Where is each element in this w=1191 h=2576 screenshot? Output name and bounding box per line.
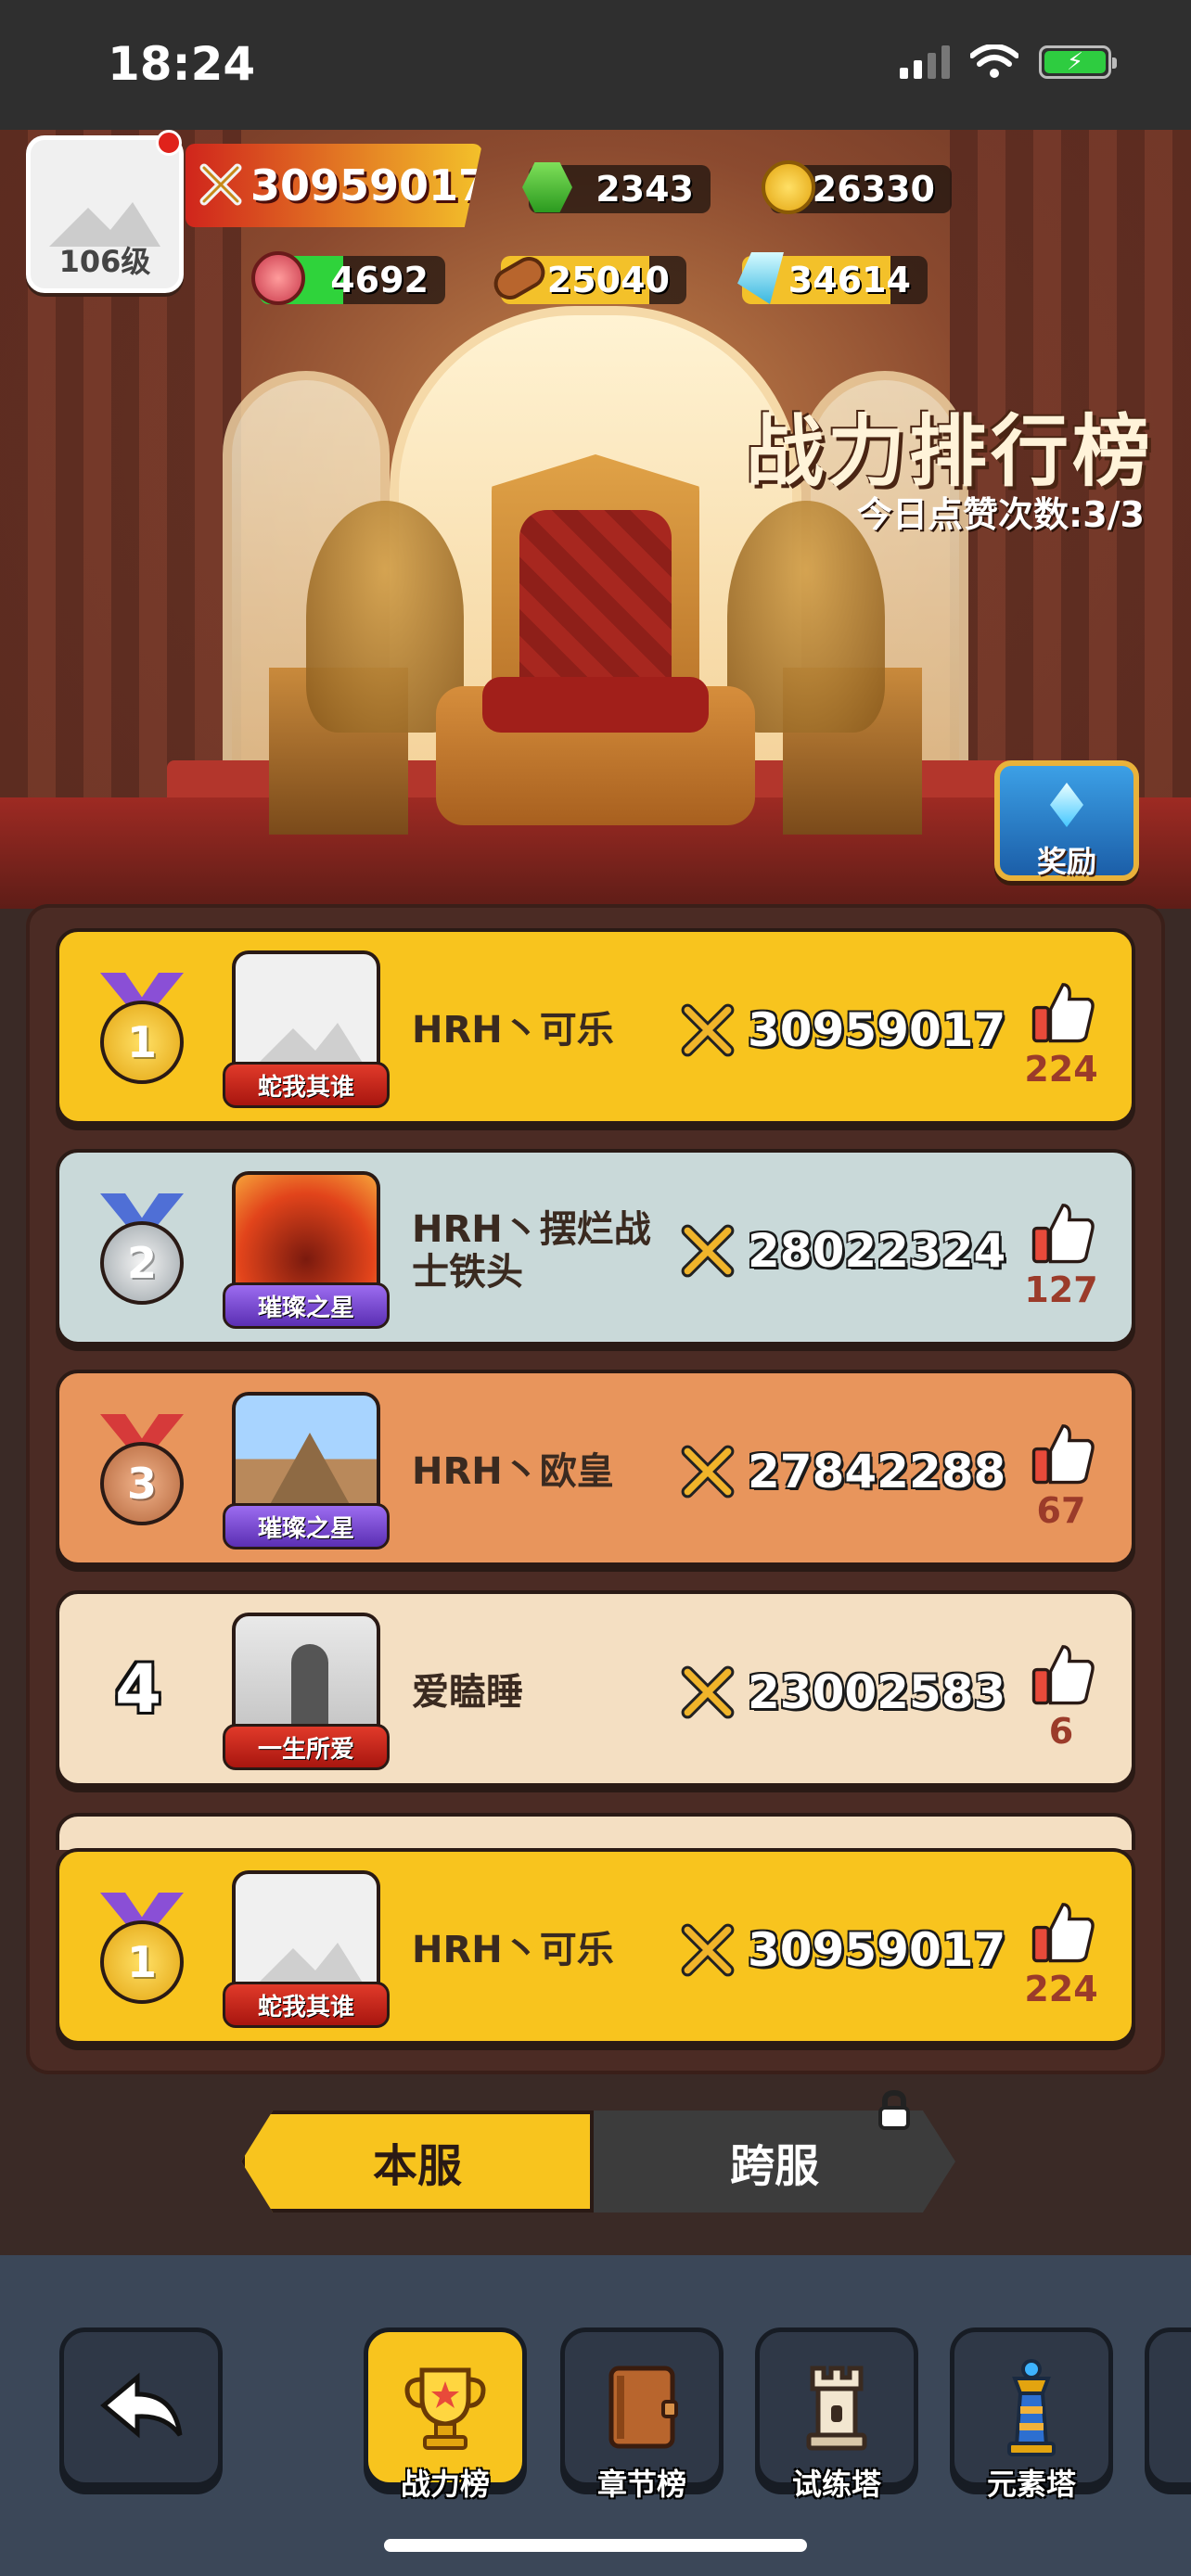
like-count: 224 <box>1024 1049 1098 1090</box>
like-count: 67 <box>1036 1490 1086 1531</box>
title-badge: 璀璨之星 <box>223 1503 390 1549</box>
nav-label: 战力榜 <box>400 2467 490 2502</box>
home-indicator[interactable] <box>384 2539 807 2552</box>
my-rank-row[interactable]: 1 蛇我其谁 HRH丶可乐 30959017 224 <box>56 1848 1135 2045</box>
player-level: 106级 <box>58 244 151 279</box>
page-title: 战力排行榜 <box>745 406 1154 497</box>
ranking-row[interactable]: 4 一生所爱 爱瞌睡 23002583 6 <box>56 1590 1135 1787</box>
server-tabs: 本服 跨服 <box>241 2111 955 2213</box>
meat-icon <box>247 247 310 310</box>
gold-counter[interactable]: 226330 <box>762 160 952 214</box>
player-name: HRH丶可乐 <box>412 1009 614 1052</box>
lock-icon <box>878 2090 910 2130</box>
thumbs-up-icon[interactable] <box>1030 1199 1096 1266</box>
title-badge: 璀璨之星 <box>223 1282 390 1329</box>
wood-counter[interactable]: 25040 <box>488 250 686 306</box>
bottom-nav: 战力榜 章节榜 试练塔 元素塔 <box>0 2255 1191 2576</box>
wifi-icon <box>970 45 1018 78</box>
chest-gem-icon <box>1050 783 1083 827</box>
crossed-swords-icon <box>681 1003 735 1057</box>
ranking-panel: 1 蛇我其谁 HRH丶可乐 30959017 224 2 璀璨之星 HRH丶摆烂… <box>26 904 1165 2074</box>
thumbs-up-icon[interactable] <box>1030 1420 1096 1486</box>
crossed-swords-icon <box>199 163 242 206</box>
crossed-swords-icon <box>681 1224 735 1278</box>
daily-likes-counter: 今日点赞次数:3/3 <box>857 494 1145 535</box>
status-time: 18:24 <box>108 37 256 91</box>
rank-number: 4 <box>115 1650 162 1728</box>
tab-local-server[interactable]: 本服 <box>241 2111 594 2213</box>
status-bar: 18:24 ⚡ <box>0 0 1191 130</box>
power-value: 30959017 <box>681 932 1005 1129</box>
power-value: 28022324 <box>681 1153 1005 1349</box>
thumbs-up-icon[interactable] <box>1030 1640 1096 1707</box>
player-name: HRH丶欧皇 <box>412 1450 614 1493</box>
gold-coin-icon <box>757 156 820 219</box>
crossed-swords-icon <box>681 1445 735 1498</box>
tower-icon <box>806 2366 867 2451</box>
gold-medal-icon: 1 <box>91 973 193 1084</box>
player-name: 爱瞌睡 <box>412 1671 523 1714</box>
player-name: HRH丶可乐 <box>412 1929 614 1971</box>
reward-chest-button[interactable]: 奖励 <box>994 760 1139 881</box>
power-value: 27842288 <box>681 1373 1005 1570</box>
crystal-icon <box>729 247 792 310</box>
gold-medal-icon: 1 <box>91 1893 193 2004</box>
meat-value: 4692 <box>330 260 429 300</box>
nav-label: 章节榜 <box>596 2467 686 2502</box>
player-name: HRH丶摆烂战士铁头 <box>412 1208 651 1294</box>
title-badge: 一生所爱 <box>223 1724 390 1770</box>
nav-label: 元素塔 <box>986 2467 1076 2502</box>
crystal-value: 34614 <box>788 260 911 300</box>
status-icons: ⚡ <box>900 45 1117 80</box>
reward-label: 奖励 <box>1036 844 1096 879</box>
meat-counter[interactable]: 4692 <box>251 251 445 305</box>
power-value: 30959017 <box>681 1852 1005 2048</box>
player-avatar[interactable]: 106级 <box>26 135 184 293</box>
book-icon <box>608 2366 678 2449</box>
green-gem-icon <box>516 156 579 219</box>
silver-medal-icon: 2 <box>91 1193 193 1305</box>
trophy-icon <box>404 2367 486 2450</box>
nav-label: 试练塔 <box>791 2467 881 2502</box>
back-button[interactable] <box>59 2327 223 2487</box>
power-value: 30959017 <box>250 160 489 210</box>
ranking-row[interactable]: 2 璀璨之星 HRH丶摆烂战士铁头 28022324 127 <box>56 1149 1135 1345</box>
back-arrow-icon <box>100 2372 183 2439</box>
power-display: 30959017 <box>186 144 482 227</box>
signal-icon <box>900 45 950 79</box>
thumbs-up-icon[interactable] <box>1030 1898 1096 1965</box>
battery-icon: ⚡ <box>1039 45 1117 79</box>
title-badge: 蛇我其谁 <box>223 1982 390 2028</box>
gems-counter[interactable]: 2343 <box>522 162 711 213</box>
gems-value: 2343 <box>596 169 694 210</box>
nav-more-partial[interactable] <box>1145 2327 1191 2487</box>
thumbs-up-icon[interactable] <box>1030 978 1096 1045</box>
ranking-row[interactable]: 3 璀璨之星 HRH丶欧皇 27842288 67 <box>56 1370 1135 1566</box>
wood-value: 25040 <box>546 260 670 300</box>
bronze-medal-icon: 3 <box>91 1414 193 1525</box>
crystal-counter[interactable]: 34614 <box>737 252 928 304</box>
crossed-swords-icon <box>681 1923 735 1977</box>
ranking-row[interactable]: 1 蛇我其谁 HRH丶可乐 30959017 224 <box>56 928 1135 1125</box>
like-count: 6 <box>1048 1711 1074 1752</box>
element-tower-icon <box>1007 2359 1056 2456</box>
like-count: 224 <box>1024 1969 1098 2009</box>
crossed-swords-icon <box>681 1665 735 1719</box>
wood-log-icon <box>488 247 551 310</box>
notification-dot <box>156 130 182 156</box>
power-value: 23002583 <box>681 1594 1005 1791</box>
like-count: 127 <box>1024 1269 1098 1310</box>
next-row-peek <box>56 1813 1135 1850</box>
title-badge: 蛇我其谁 <box>223 1062 390 1108</box>
